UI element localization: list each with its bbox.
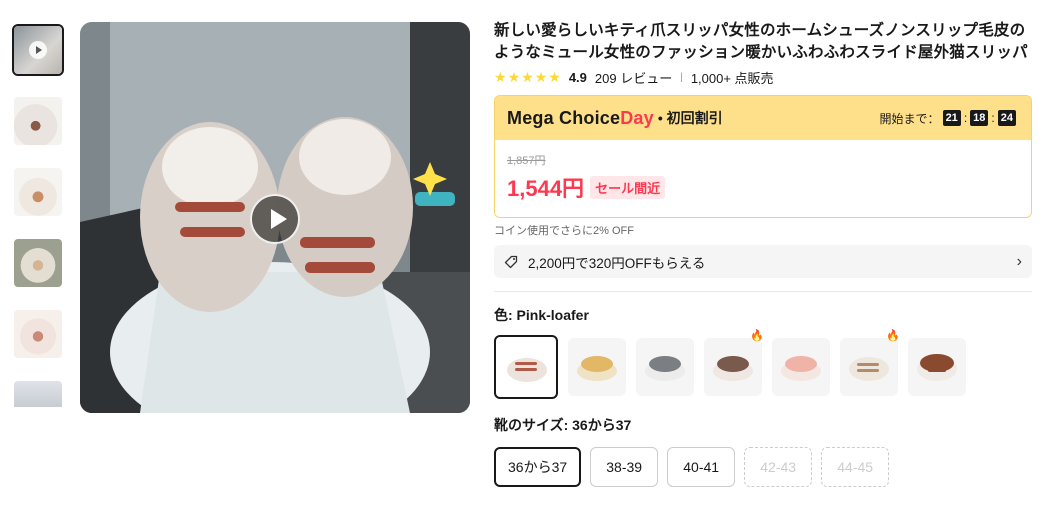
thumbnail-image[interactable] — [12, 379, 64, 409]
color-swatch-gray[interactable] — [636, 338, 694, 396]
sold-count: 1,000+ 点販売 — [690, 70, 774, 86]
slipper-thumbnail — [917, 354, 957, 381]
coupon-text: 2,200円で320円OFFもらえる — [528, 255, 706, 271]
slipper-thumbnail — [781, 356, 821, 381]
promo-header: Mega ChoiceDay • 初回割引 開始まで： 21 : 18 : 24 — [495, 96, 1031, 140]
product-info: 新しい愛らしいキティ爪スリッパ女性のホームシューズノンスリップ毛皮のようなミュー… — [494, 20, 1034, 487]
countdown-minutes: 18 — [970, 110, 989, 126]
color-swatch-beige[interactable]: 🔥 — [840, 330, 900, 396]
color-swatch-yellow[interactable] — [568, 338, 626, 396]
size-option[interactable]: 36から37 — [494, 447, 582, 487]
sale-badge: セール間近 — [590, 175, 666, 199]
product-page: 新しい愛らしいキティ爪スリッパ女性のホームシューズノンスリップ毛皮のようなミュー… — [0, 0, 1050, 506]
color-swatch-pink[interactable] — [772, 338, 830, 396]
price-row: 1,544円 セール間近 — [507, 171, 1019, 203]
original-price: 1,857円 — [507, 155, 546, 167]
thumbnail-list — [12, 24, 66, 428]
review-count-link[interactable]: 209 レビュー — [595, 68, 672, 87]
chevron-right-icon: › — [1016, 252, 1022, 270]
promo-brand: Mega ChoiceDay — [507, 108, 654, 129]
color-swatch-pink-loafer[interactable] — [494, 335, 558, 399]
promo-banner: Mega ChoiceDay • 初回割引 開始まで： 21 : 18 : 24… — [494, 95, 1032, 218]
slipper-thumbnail — [713, 356, 753, 381]
price-box: 1,857円 1,544円 セール間近 — [495, 140, 1031, 217]
countdown-label: 開始まで： — [879, 111, 940, 126]
size-option[interactable]: 38-39 — [590, 447, 659, 487]
countdown-hours: 21 — [942, 110, 961, 126]
play-button[interactable] — [250, 194, 300, 244]
size-label: 靴のサイズ: 36から37 — [494, 417, 632, 433]
star-icon: ★ — [507, 69, 521, 85]
thumbnail-image[interactable] — [12, 237, 64, 289]
star-icon: ★ — [534, 69, 548, 85]
divider — [494, 291, 1032, 292]
rating-score: 4.9 — [568, 69, 587, 85]
separator: | — [680, 71, 683, 83]
coupon-tag-icon — [504, 255, 518, 268]
size-option[interactable]: 40-41 — [667, 447, 736, 487]
product-title: 新しい愛らしいキティ爪スリッパ女性のホームシューズノンスリップ毛皮のようなミュー… — [494, 22, 1028, 61]
slipper-thumbnail — [645, 356, 685, 381]
star-rating: ★ ★ ★ ★ ★ — [494, 70, 561, 84]
hot-flame-icon: 🔥 — [750, 330, 764, 342]
sale-price: 1,544円 — [507, 176, 585, 201]
star-icon: ★ — [548, 69, 561, 85]
countdown-seconds: 24 — [997, 110, 1016, 126]
countdown-colon: : — [991, 111, 995, 125]
promo-brand-main: Mega Choice — [507, 107, 621, 128]
rating-row: ★ ★ ★ ★ ★ 4.9 209 レビュー | 1,000+ 点販売 — [494, 67, 1034, 87]
play-icon — [29, 41, 47, 59]
slipper-thumbnail — [577, 356, 617, 381]
size-option-list: 36から37 38-39 40-41 42-43 44-45 — [494, 447, 1034, 487]
hot-flame-icon: 🔥 — [886, 330, 900, 342]
star-icon: ★ — [494, 69, 507, 85]
size-option-disabled[interactable]: 42-43 — [744, 447, 813, 487]
promo-brand-accent: Day — [620, 107, 654, 128]
thumbnail-image[interactable] — [12, 95, 64, 147]
color-swatch-brown[interactable]: 🔥 — [704, 330, 764, 396]
slipper-thumbnail — [507, 358, 547, 382]
thumbnail-image[interactable] — [12, 166, 64, 218]
promo-subtitle: • 初回割引 — [657, 110, 723, 126]
main-product-video[interactable] — [80, 22, 470, 413]
countdown-colon: : — [963, 111, 968, 125]
thumbnail-video[interactable] — [12, 24, 64, 76]
color-swatch-list: 🔥 🔥 — [494, 330, 1034, 399]
star-icon: ★ — [521, 69, 534, 85]
coin-discount-note: コイン使用でさらに2% OFF — [494, 225, 634, 237]
size-option-disabled[interactable]: 44-45 — [821, 447, 890, 487]
coupon-bar[interactable]: 2,200円で320円OFFもらえる › — [494, 245, 1032, 278]
slipper-thumbnail — [849, 357, 889, 381]
color-label: 色: Pink-loafer — [494, 307, 589, 323]
thumbnail-image[interactable] — [12, 308, 64, 360]
color-swatch-dark-brown[interactable] — [908, 338, 966, 396]
countdown-timer: 開始まで： 21 : 18 : 24 — [880, 110, 1019, 127]
